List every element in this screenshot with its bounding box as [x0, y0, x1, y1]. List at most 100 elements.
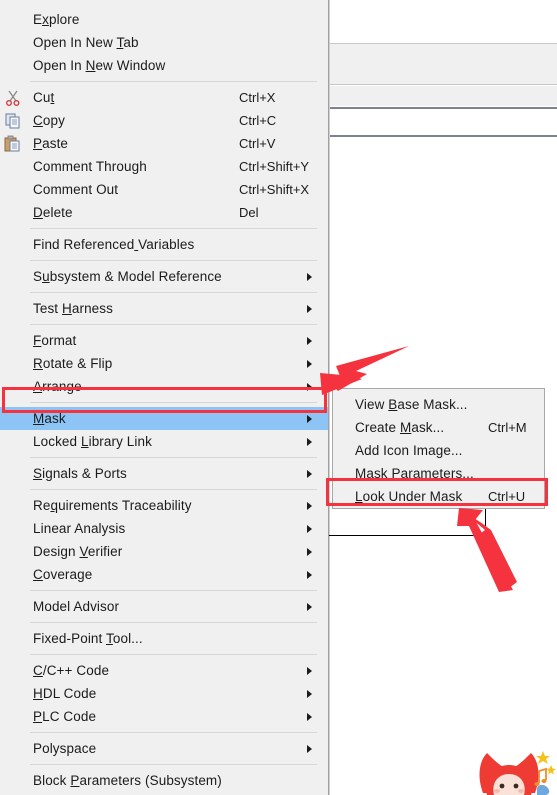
submenu-chevron-right-icon — [307, 382, 312, 391]
menu-item-label: C/C++ Code — [33, 663, 110, 678]
mask-submenu[interactable]: View Base Mask... Create Mask... Ctrl+M Add… — [332, 388, 545, 509]
block-connector-horizontal — [329, 535, 486, 536]
copy-icon — [4, 112, 22, 129]
submenu-chevron-right-icon — [307, 336, 312, 345]
menu-item-design-verifier[interactable]: Design Verifier — [0, 540, 328, 563]
scissors-icon — [4, 89, 22, 106]
menu-separator — [30, 81, 317, 82]
menu-item-comment-through[interactable]: Comment Through Ctrl+Shift+Y — [0, 155, 328, 178]
menu-item-mask[interactable]: Mask — [0, 407, 328, 430]
menu-item-open-in-new-tab[interactable]: Open In New Tab — [0, 31, 328, 54]
submenu-chevron-right-icon — [307, 469, 312, 478]
menu-item-rotate-flip[interactable]: Rotate & Flip — [0, 352, 328, 375]
submenu-item-label: Create Mask... — [355, 420, 445, 435]
submenu-chevron-right-icon — [307, 666, 312, 675]
menu-separator — [30, 622, 317, 623]
menu-item-label: Signals & Ports — [33, 466, 127, 481]
submenu-chevron-right-icon — [307, 570, 312, 579]
submenu-item-look-under-mask[interactable]: Look Under Mask Ctrl+U — [333, 485, 544, 508]
menu-item-polyspace[interactable]: Polyspace — [0, 737, 328, 760]
menu-separator — [30, 764, 317, 765]
menu-item-label: Mask — [33, 411, 66, 426]
menu-item-label: Requirements Traceability — [33, 498, 192, 513]
submenu-item-label: Add Icon Image... — [355, 443, 463, 458]
submenu-item-label: Mask Parameters... — [355, 466, 474, 481]
submenu-chevron-right-icon — [307, 414, 312, 423]
menu-item-label: Open In New Window — [33, 58, 166, 73]
menu-item-model-advisor[interactable]: Model Advisor — [0, 595, 328, 618]
menu-item-locked-library-link[interactable]: Locked Library Link — [0, 430, 328, 453]
menu-item-signals-ports[interactable]: Signals & Ports — [0, 462, 328, 485]
menu-item-shortcut: Ctrl+Shift+Y — [239, 159, 310, 174]
submenu-item-add-icon-image[interactable]: Add Icon Image... — [333, 439, 544, 462]
menu-item-label: Rotate & Flip — [33, 356, 113, 371]
menu-item-label: PLC Code — [33, 709, 97, 724]
menu-item-label: Copy — [33, 113, 65, 128]
menu-separator — [30, 228, 317, 229]
menu-separator — [30, 402, 317, 403]
menu-item-label: Comment Through — [33, 159, 147, 174]
menu-item-label: Open In New Tab — [33, 35, 139, 50]
menu-item-fixed-point-tool[interactable]: Fixed-Point Tool... — [0, 627, 328, 650]
menu-item-delete[interactable]: Delete Del — [0, 201, 328, 224]
menu-item-hdl-code[interactable]: HDL Code — [0, 682, 328, 705]
menu-item-arrange[interactable]: Arrange — [0, 375, 328, 398]
paste-icon — [4, 135, 22, 152]
menu-separator — [30, 260, 317, 261]
menu-item-shortcut: Ctrl+X — [239, 90, 276, 105]
menu-item-cut[interactable]: Cut Ctrl+X — [0, 86, 328, 109]
menu-item-label: Design Verifier — [33, 544, 123, 559]
submenu-item-shortcut: Ctrl+U — [488, 489, 526, 504]
submenu-chevron-right-icon — [307, 304, 312, 313]
submenu-chevron-right-icon — [307, 602, 312, 611]
canvas-left-edge — [329, 0, 330, 795]
menu-item-linear-analysis[interactable]: Linear Analysis — [0, 517, 328, 540]
menu-separator — [30, 654, 317, 655]
submenu-chevron-right-icon — [307, 712, 312, 721]
menu-item-coverage[interactable]: Coverage — [0, 563, 328, 586]
submenu-chevron-right-icon — [307, 744, 312, 753]
menu-item-open-in-new-window[interactable]: Open In New Window — [0, 54, 328, 77]
menu-separator — [30, 732, 317, 733]
menu-item-label: Paste — [33, 136, 69, 151]
menu-item-label: Test Harness — [33, 301, 113, 316]
submenu-chevron-right-icon — [307, 547, 312, 556]
submenu-item-mask-parameters[interactable]: Mask Parameters... — [333, 462, 544, 485]
menu-item-paste[interactable]: Paste Ctrl+V — [0, 132, 328, 155]
submenu-item-view-base-mask[interactable]: View Base Mask... — [333, 393, 544, 416]
menu-item-plc-code[interactable]: PLC Code — [0, 705, 328, 728]
menu-item-requirements-traceability[interactable]: Requirements Traceability — [0, 494, 328, 517]
menu-item-test-harness[interactable]: Test Harness — [0, 297, 328, 320]
submenu-item-shortcut: Ctrl+M — [488, 420, 527, 435]
menu-item-c-c-code[interactable]: C/C++ Code — [0, 659, 328, 682]
menu-item-label: Explore — [33, 12, 80, 27]
menu-item-label: Coverage — [33, 567, 93, 582]
menu-item-subsystem-model-reference[interactable]: Subsystem & Model Reference — [0, 265, 328, 288]
block-context-menu[interactable]: Explore Open In New Tab Open In New Window… — [0, 0, 329, 795]
menu-item-label: Find Referenced Variables — [33, 237, 195, 252]
menu-item-copy[interactable]: Copy Ctrl+C — [0, 109, 328, 132]
menu-item-find-referenced-variables[interactable]: Find Referenced Variables — [0, 233, 328, 256]
submenu-chevron-right-icon — [307, 524, 312, 533]
menu-item-explore[interactable]: Explore — [0, 8, 328, 31]
submenu-chevron-right-icon — [307, 437, 312, 446]
menu-item-label: Block Parameters (Subsystem) — [33, 773, 222, 788]
menu-separator — [30, 489, 317, 490]
menu-separator — [30, 590, 317, 591]
submenu-item-create-mask[interactable]: Create Mask... Ctrl+M — [333, 416, 544, 439]
menu-item-comment-out[interactable]: Comment Out Ctrl+Shift+X — [0, 178, 328, 201]
menu-item-label: Delete — [33, 205, 73, 220]
submenu-chevron-right-icon — [307, 359, 312, 368]
menu-item-label: Model Advisor — [33, 599, 120, 614]
menu-item-label: Locked Library Link — [33, 434, 152, 449]
menu-separator — [30, 324, 317, 325]
menu-item-format[interactable]: Format — [0, 329, 328, 352]
submenu-chevron-right-icon — [307, 689, 312, 698]
menu-item-shortcut: Ctrl+Shift+X — [239, 182, 310, 197]
menu-item-label: Subsystem & Model Reference — [33, 269, 222, 284]
menu-item-label: Arrange — [33, 379, 82, 394]
menu-separator — [30, 292, 317, 293]
submenu-item-label: Look Under Mask — [355, 489, 463, 504]
menu-item-label: Cut — [33, 90, 55, 105]
menu-item-block-parameters-subsystem[interactable]: Block Parameters (Subsystem) — [0, 769, 328, 792]
